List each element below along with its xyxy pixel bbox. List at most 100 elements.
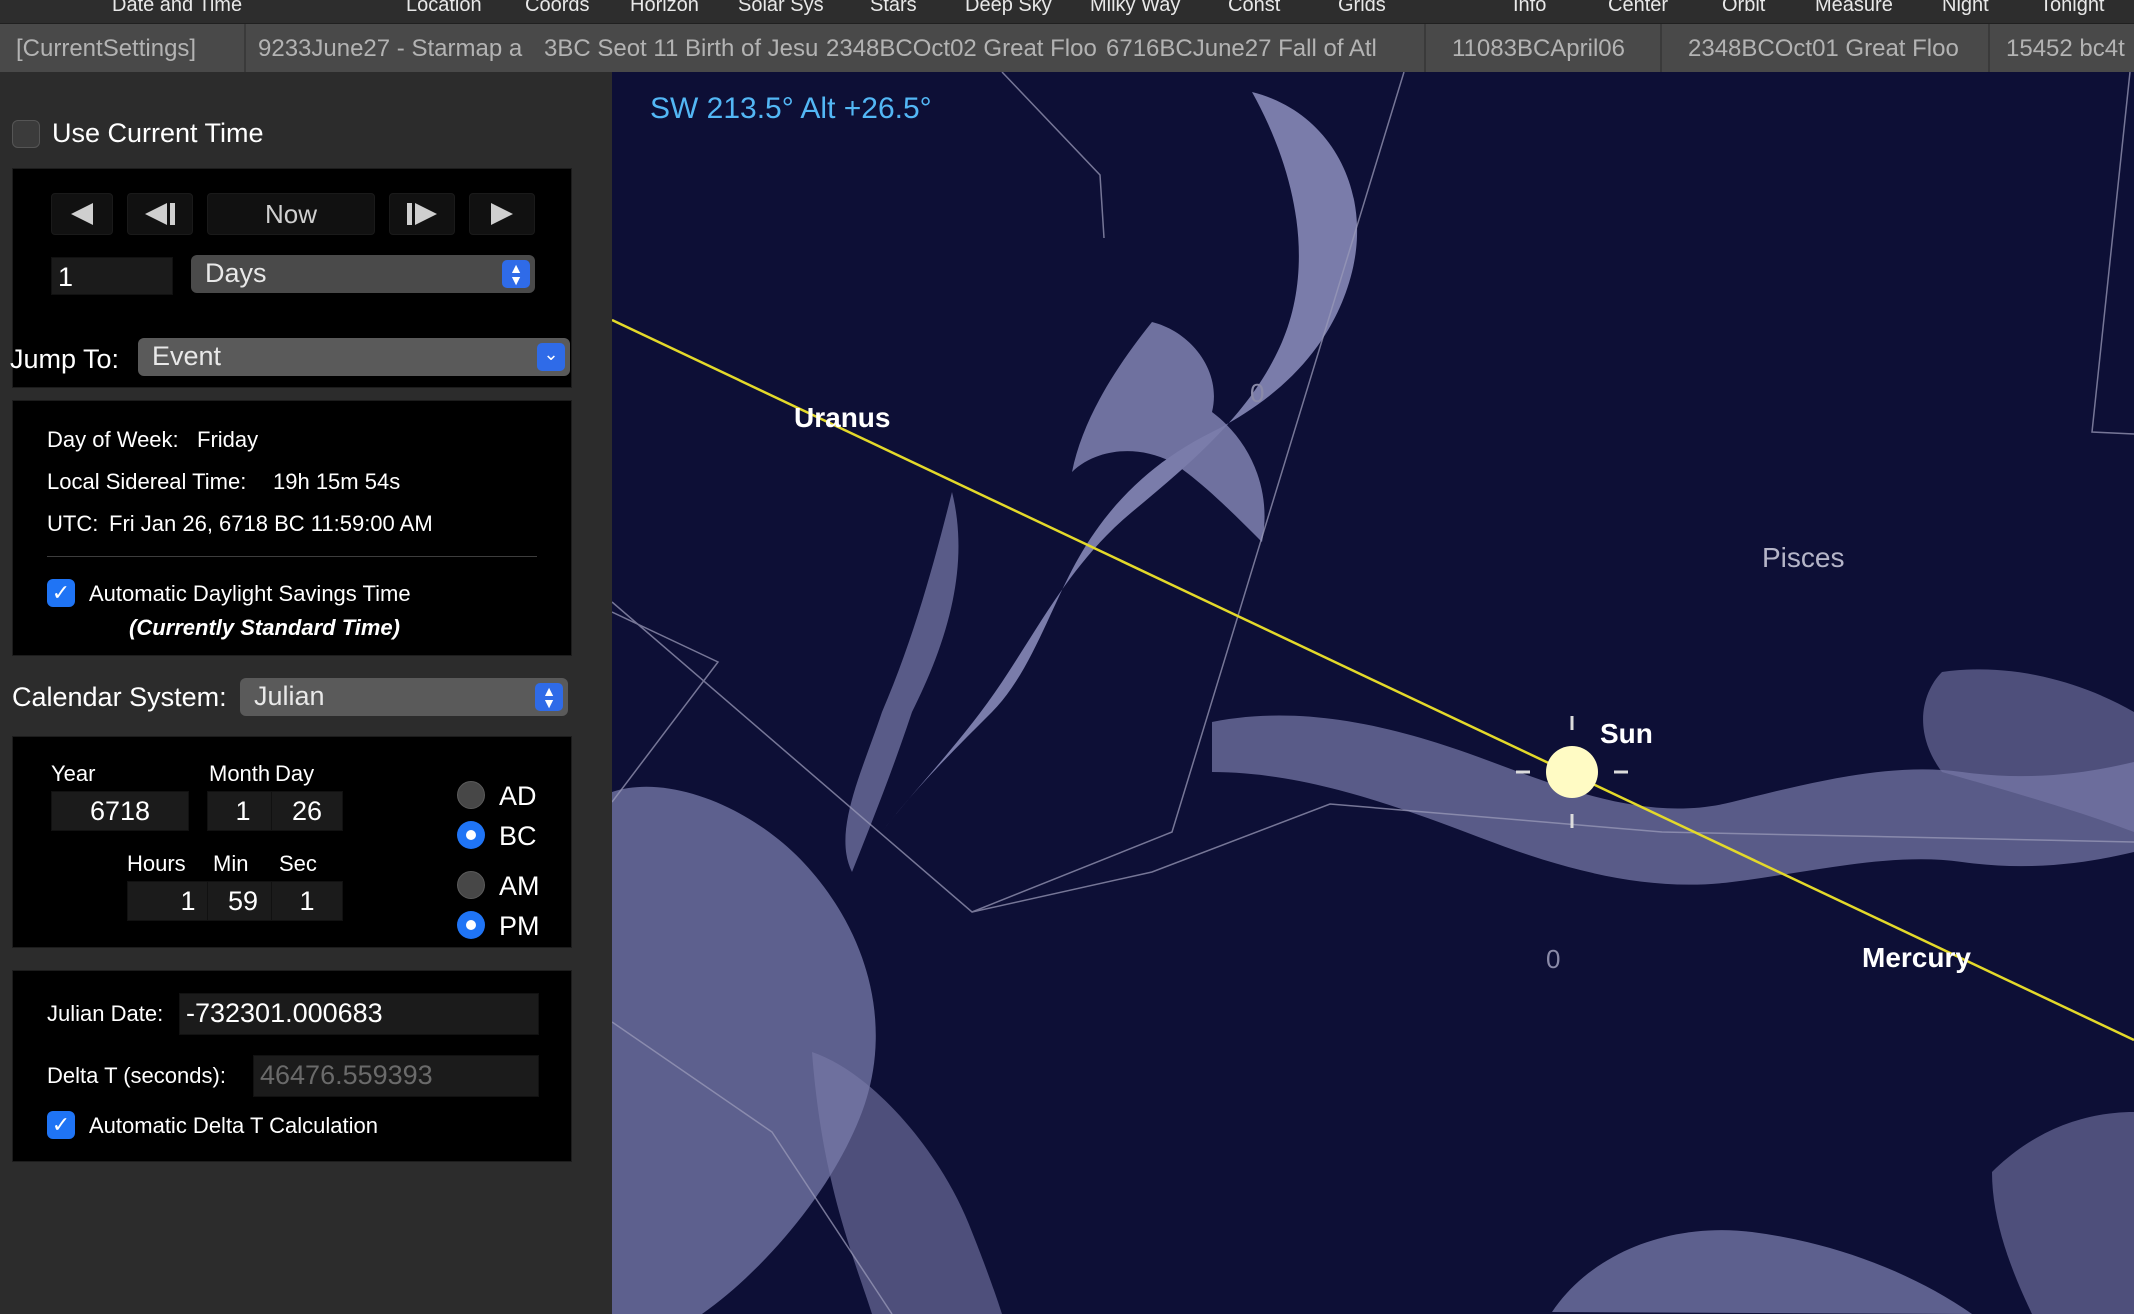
calendar-system-label: Calendar System: (12, 682, 227, 712)
dst-status: (Currently Standard Time) (129, 615, 400, 640)
bookmarks-bar: [CurrentSettings] 9233June27 - Starmap a… (0, 24, 2134, 72)
sec-input[interactable]: 1 (271, 881, 343, 921)
constellation-art (612, 92, 2134, 1314)
top-toolbar: Date and Time Location Coords Horizon So… (0, 0, 2134, 24)
play-forward-button[interactable] (469, 193, 535, 235)
sun-disc (1546, 746, 1598, 798)
bookmark-item[interactable]: 3BC Seot 11 Birth of Jesu (544, 35, 826, 63)
step-amount-input[interactable]: 1 (51, 257, 173, 295)
toolbar-location[interactable]: Location (406, 0, 482, 17)
step-back-icon (145, 203, 175, 225)
toolbar-grids[interactable]: Grids (1338, 0, 1386, 17)
sidereal-time-value: 19h 15m 54s (273, 469, 401, 494)
sidereal-time-label: Local Sidereal Time: (47, 469, 247, 494)
step-forward-icon (407, 203, 437, 225)
jump-to-value: Event (152, 341, 222, 371)
ad-label: AD (499, 781, 537, 811)
sec-label: Sec (279, 851, 317, 876)
toolbar-orbit[interactable]: Orbit (1722, 0, 1765, 17)
toolbar-const[interactable]: Const (1228, 0, 1280, 17)
constellation-line (1001, 72, 1105, 239)
mercury-label[interactable]: Mercury (1862, 942, 1971, 974)
toolbar-info[interactable]: Info (1513, 0, 1546, 17)
utc-label: UTC: (47, 511, 99, 536)
pm-radio[interactable] (457, 911, 485, 939)
sky-view[interactable]: SW 213.5° Alt +26.5° Uranus Sun Mercury … (612, 72, 2134, 1314)
min-input[interactable]: 59 (207, 881, 279, 921)
bookmark-item[interactable]: 6716BCJune27 Fall of Atl (1106, 35, 1406, 63)
step-unit-value: Days (205, 258, 267, 288)
auto-delta-t-label: Automatic Delta T Calculation (89, 1113, 378, 1138)
bookmark-current-settings[interactable]: [CurrentSettings] (16, 35, 236, 63)
am-radio[interactable] (457, 871, 485, 899)
am-label: AM (499, 871, 540, 901)
calendar-system-select[interactable]: Julian ▲ ▼ (240, 678, 568, 716)
use-current-time-checkbox[interactable] (12, 120, 40, 148)
grid-label: 0 (1250, 378, 1265, 408)
dst-checkbox[interactable]: ✓ (47, 579, 75, 607)
now-button[interactable]: Now (207, 193, 375, 235)
use-current-time-label: Use Current Time (52, 118, 264, 148)
chevron-down-icon: ⌄ (537, 343, 565, 371)
auto-delta-t-checkbox[interactable]: ✓ (47, 1111, 75, 1139)
toolbar-stars[interactable]: Stars (870, 0, 917, 17)
bookmark-item[interactable]: 11083BCApril06 (1452, 35, 1652, 63)
bookmark-separator (244, 24, 246, 72)
hours-label: Hours (127, 851, 186, 876)
day-of-week-value: Friday (197, 427, 259, 452)
bookmark-separator (1424, 24, 1426, 72)
info-divider (47, 556, 537, 557)
bookmark-item[interactable]: 9233June27 - Starmap a (258, 35, 544, 63)
toolbar-tonight[interactable]: Tonight (2040, 0, 2105, 17)
play-reverse-icon (71, 203, 93, 225)
julian-date-label: Julian Date: (47, 1001, 164, 1026)
bookmark-item[interactable]: 15452 bc4t (2006, 35, 2134, 63)
date-fields-box: Year Month Day 6718 1 26 AD BC Hours Min… (12, 736, 572, 948)
toolbar-center[interactable]: Center (1608, 0, 1668, 17)
constellation-line (612, 611, 720, 803)
toolbar-deep-sky[interactable]: Deep Sky (965, 0, 1052, 17)
grid-label: 0 (1546, 944, 1561, 974)
bookmark-item[interactable]: 2348BCOct02 Great Floo (826, 35, 1106, 63)
month-label: Month (209, 761, 271, 786)
toolbar-milky-way[interactable]: Milky Way (1090, 0, 1180, 17)
toolbar-solar-sys[interactable]: Solar Sys (738, 0, 824, 17)
julian-date-input[interactable]: -732301.000683 (179, 993, 539, 1035)
bc-label: BC (499, 821, 537, 851)
year-label: Year (51, 761, 96, 786)
step-back-button[interactable] (127, 193, 193, 235)
toolbar-horizon[interactable]: Horizon (630, 0, 699, 17)
play-icon (491, 203, 513, 225)
bookmark-separator (1988, 24, 1990, 72)
toolbar-date-and-time[interactable]: Date and Time (112, 0, 242, 17)
updown-chevron-icon: ▲ ▼ (502, 260, 530, 288)
pisces-label[interactable]: Pisces (1762, 542, 1844, 574)
day-input[interactable]: 26 (271, 791, 343, 831)
step-forward-button[interactable] (389, 193, 455, 235)
day-of-week-label: Day of Week: (47, 427, 179, 452)
toolbar-night[interactable]: Night (1942, 0, 1989, 17)
toolbar-coords[interactable]: Coords (525, 0, 589, 17)
bookmark-separator (1660, 24, 1662, 72)
rewind-button[interactable] (51, 193, 113, 235)
delta-t-input: 46476.559393 (253, 1055, 539, 1097)
jump-to-label: Jump To: (10, 344, 120, 374)
jump-to-select[interactable]: Event ⌄ (138, 338, 570, 376)
ad-radio[interactable] (457, 781, 485, 809)
date-time-panel: Use Current Time Now 1 Days ▲ ▼ Jump To: … (0, 72, 612, 1314)
constellation-line (2091, 72, 2134, 435)
uranus-label[interactable]: Uranus (794, 402, 890, 434)
toolbar-measure[interactable]: Measure (1815, 0, 1893, 17)
julian-date-box: Julian Date: -732301.000683 Delta T (sec… (12, 970, 572, 1162)
month-input[interactable]: 1 (207, 791, 279, 831)
year-input[interactable]: 6718 (51, 791, 189, 831)
step-unit-select[interactable]: Days ▲ ▼ (191, 255, 535, 293)
delta-t-label: Delta T (seconds): (47, 1063, 226, 1088)
constellation-line (612, 72, 1405, 913)
bc-radio[interactable] (457, 821, 485, 849)
pointer-coordinates-readout: SW 213.5° Alt +26.5° (650, 92, 932, 125)
bookmark-item[interactable]: 2348BCOct01 Great Floo (1688, 35, 1973, 63)
min-label: Min (213, 851, 249, 876)
dst-label: Automatic Daylight Savings Time (89, 581, 411, 606)
sun-label[interactable]: Sun (1600, 718, 1653, 750)
